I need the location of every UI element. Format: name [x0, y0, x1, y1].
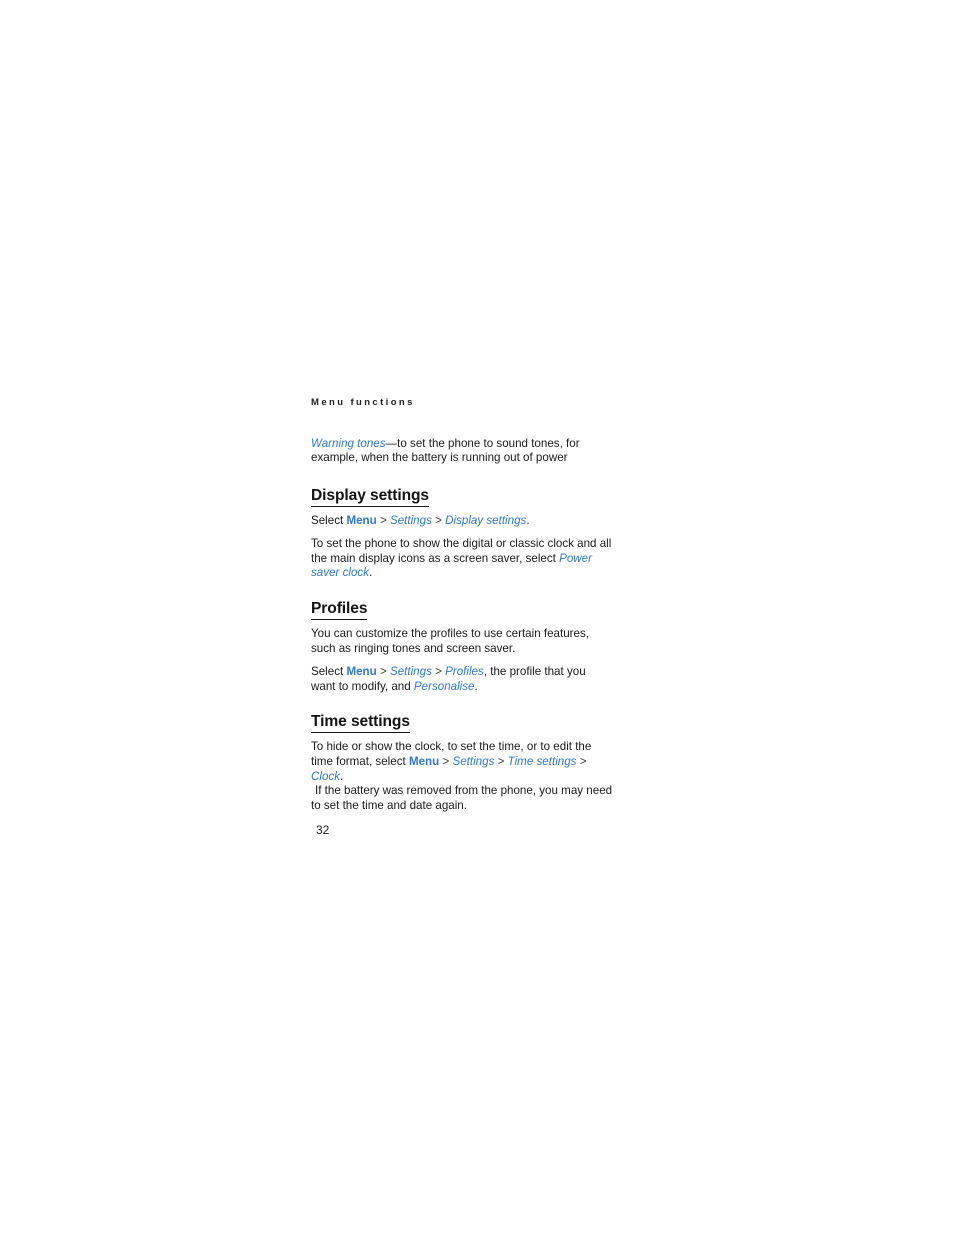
heading-display-settings: Display settings — [311, 487, 429, 507]
menu-path-item: Settings — [452, 755, 495, 769]
paragraph-display-path: Select Menu > Settings > Display setting… — [311, 514, 613, 529]
document-page: Menu functions Warning tones—to set the … — [311, 398, 613, 837]
paragraph-profiles-intro: You can customize the profiles to use ce… — [311, 627, 613, 656]
time-tip-text: If the battery was removed from the phon… — [311, 784, 613, 812]
paragraph-warning-tones: Warning tones—to set the phone to sound … — [311, 437, 613, 466]
path-trail: . — [340, 769, 344, 783]
select-lead: Select — [311, 513, 347, 527]
select-lead: Select — [311, 665, 347, 679]
menu-path-item: Display settings — [445, 513, 527, 527]
path-separator: > — [579, 755, 587, 769]
path-separator: > — [379, 665, 387, 679]
intro-dash: — — [385, 436, 398, 450]
running-header: Menu functions — [311, 397, 415, 408]
path-separator: > — [435, 665, 442, 679]
paragraph-profiles-path: Select Menu > Settings > Profiles, the p… — [311, 665, 613, 694]
paragraph-time-path: To hide or show the clock, to set the ti… — [311, 740, 613, 784]
paragraph-time-tip: If the battery was removed from the phon… — [311, 784, 613, 813]
path-separator: > — [435, 513, 442, 527]
heading-time-settings: Time settings — [311, 713, 410, 734]
menu-path-item: Profiles — [445, 665, 484, 679]
path-trail: . — [474, 679, 478, 693]
page-number: 32 — [316, 823, 330, 838]
menu-path-item: Time settings — [507, 755, 577, 769]
profiles-intro-text: You can customize the profiles to use ce… — [311, 627, 589, 655]
path-trail: . — [526, 513, 530, 527]
menu-path-item: Settings — [389, 665, 432, 679]
menu-path-item: Menu — [346, 513, 377, 527]
menu-path-item: Clock — [311, 769, 340, 783]
menu-path-item: Menu — [408, 755, 440, 769]
term-warning-tones: Warning tones — [311, 436, 386, 450]
path-separator: > — [379, 513, 387, 527]
term-personalise: Personalise — [413, 679, 475, 693]
paragraph-display-screensaver: To set the phone to show the digital or … — [311, 537, 613, 581]
heading-profiles: Profiles — [311, 600, 368, 621]
menu-path-item: Settings — [389, 513, 432, 527]
screensaver-trail: . — [369, 566, 373, 580]
menu-path-item: Menu — [346, 665, 377, 679]
